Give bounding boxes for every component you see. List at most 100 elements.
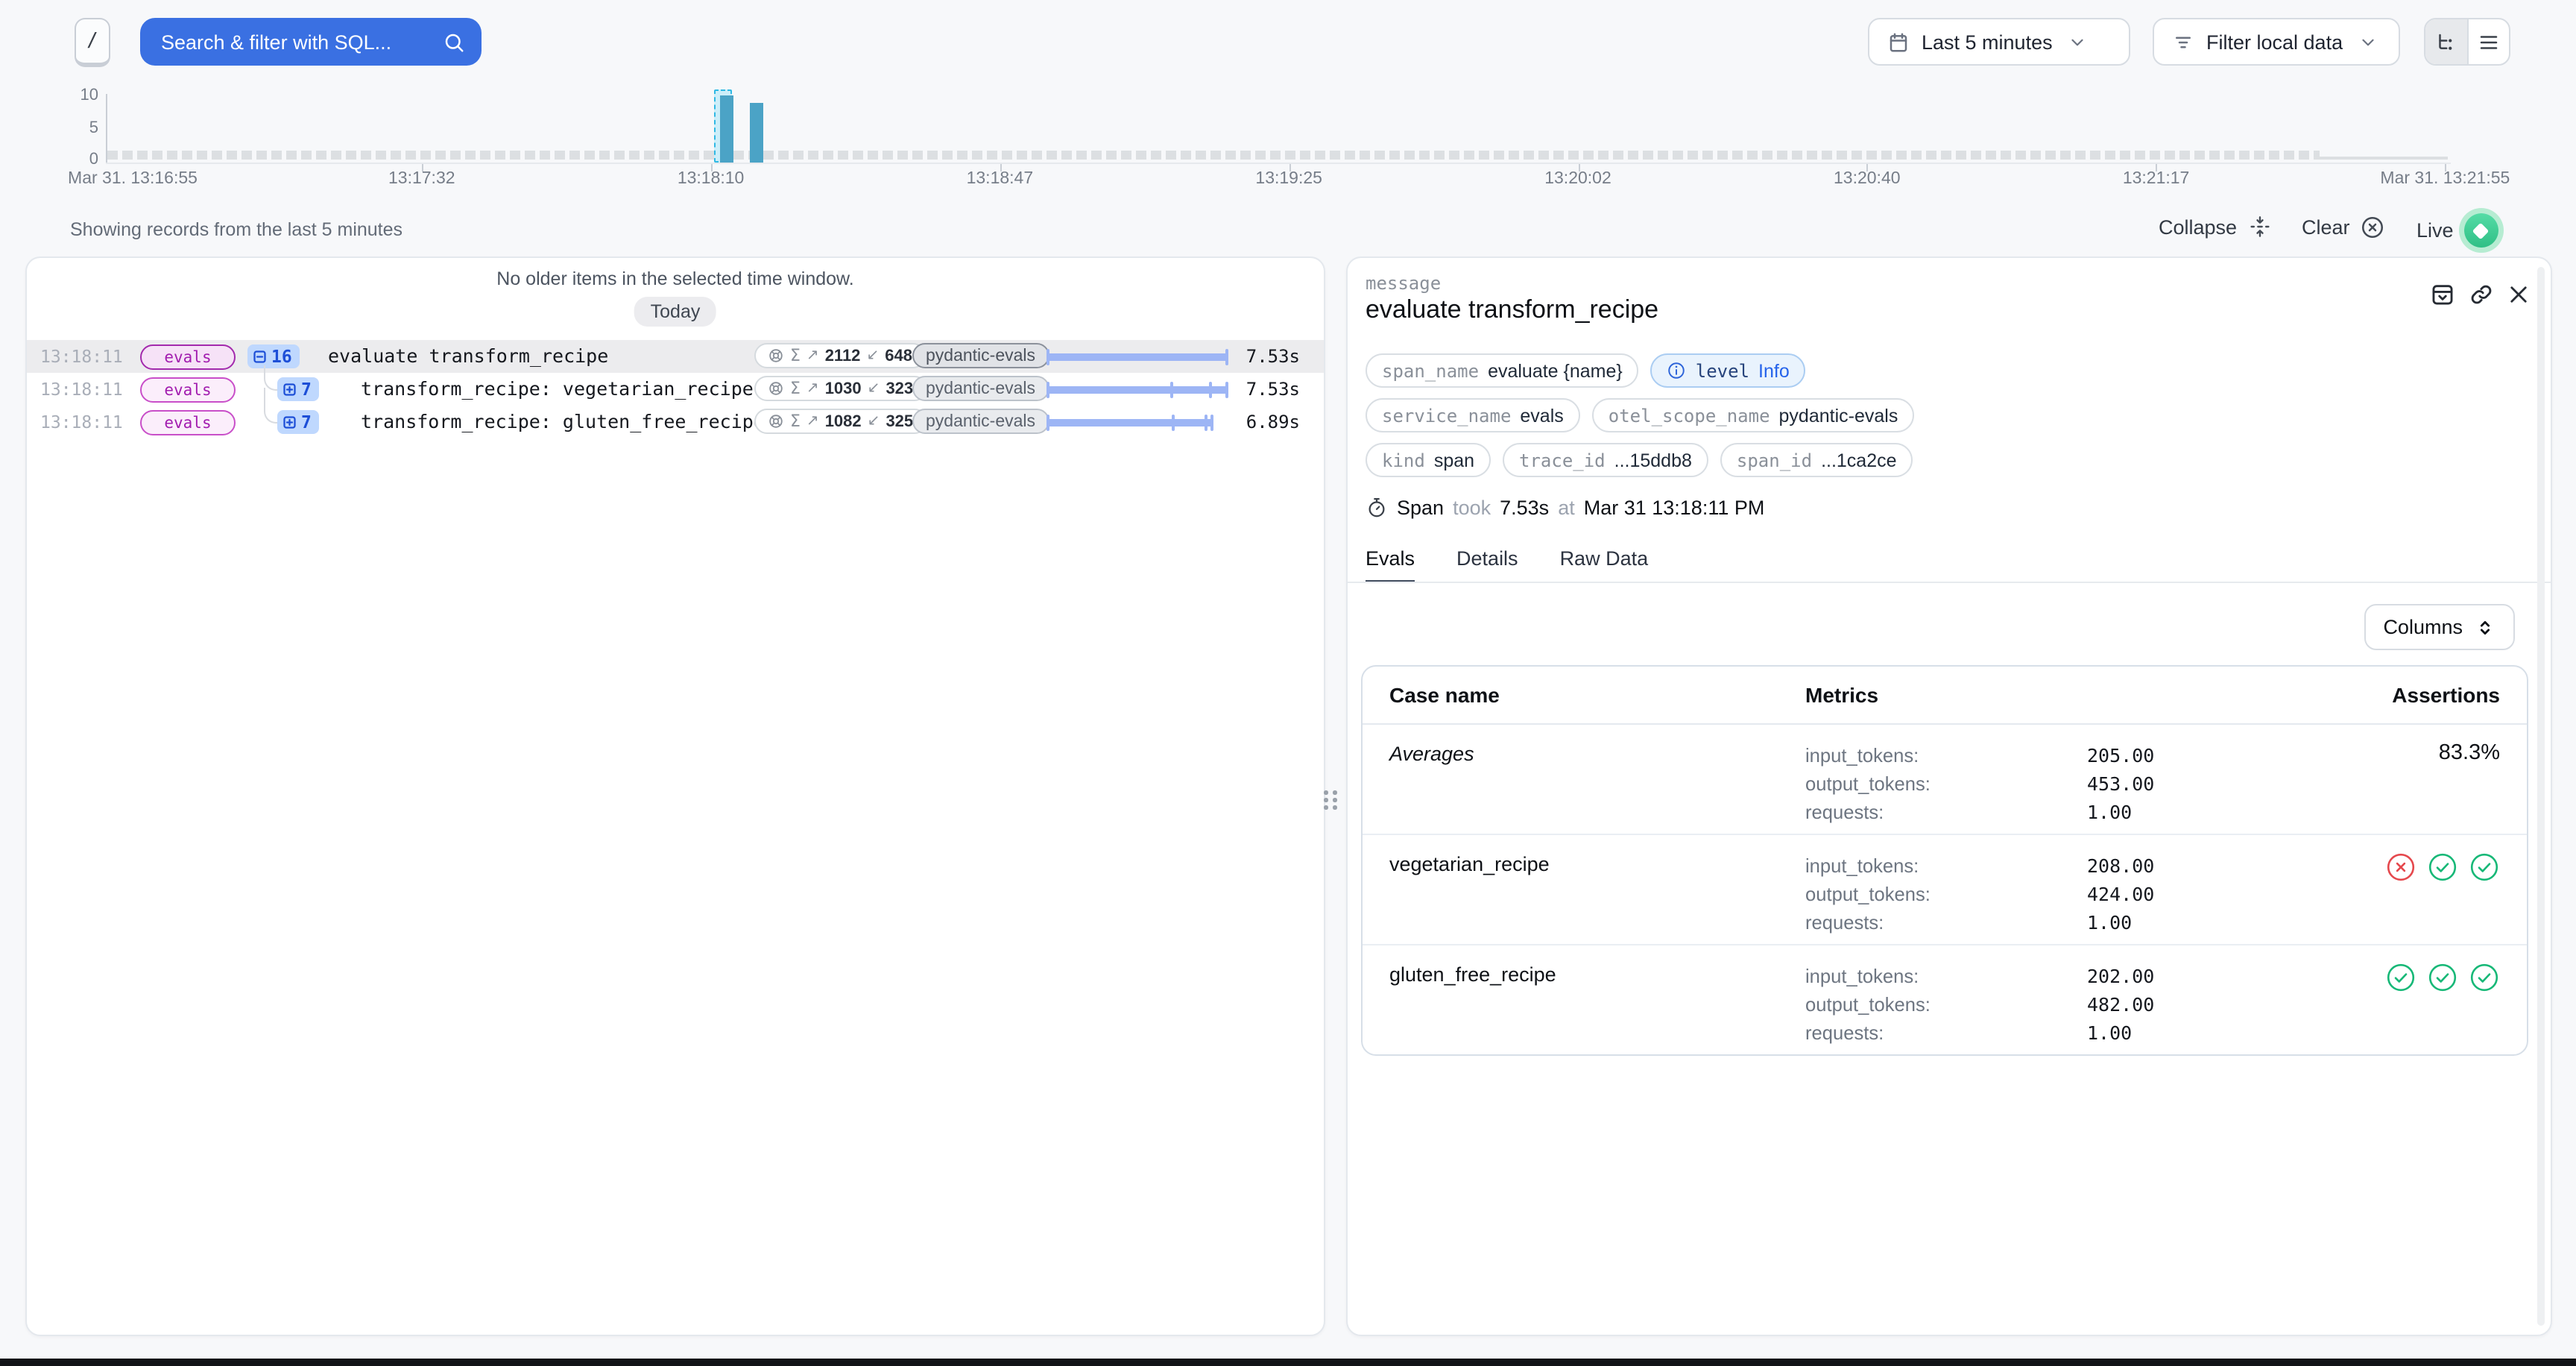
duration-label: 7.53s bbox=[1208, 373, 1300, 406]
timeline-x-axis bbox=[106, 163, 2451, 164]
tree-view-icon bbox=[2435, 31, 2457, 53]
attribute-value: evaluate {name} bbox=[1488, 360, 1623, 381]
duration-bar bbox=[1046, 340, 1228, 373]
eval-case-row: vegetarian_recipeinput_tokens:output_tok… bbox=[1363, 835, 2527, 945]
trace-row[interactable]: 13:18:11evals7transform_recipe: vegetari… bbox=[27, 373, 1324, 406]
span-duration-summary: Span took 7.53s at Mar 31 13:18:11 PM bbox=[1366, 497, 1764, 519]
columns-label: Columns bbox=[2383, 616, 2463, 638]
close-icon[interactable] bbox=[2506, 282, 2531, 307]
sigma-icon: Σ bbox=[790, 379, 801, 398]
duration-bar-tick bbox=[1204, 414, 1207, 430]
timeline-baseline-tail bbox=[2320, 157, 2448, 160]
output-tokens-count: 325 bbox=[886, 412, 913, 430]
x-axis-tick bbox=[1578, 164, 1579, 171]
metric-label: requests: bbox=[1805, 1019, 2087, 1047]
env-badge[interactable]: evals bbox=[140, 410, 236, 435]
env-badge[interactable]: evals bbox=[140, 344, 236, 370]
expand-panel-icon[interactable] bbox=[2430, 282, 2455, 307]
assertions-cell bbox=[2385, 852, 2500, 883]
x-axis-tick bbox=[422, 164, 423, 171]
time-range-button[interactable]: Last 5 minutes bbox=[1868, 18, 2130, 66]
case-name: Averages bbox=[1389, 741, 1805, 826]
attribute-pill-service_name[interactable]: service_nameevals bbox=[1366, 398, 1580, 432]
collapse-button[interactable]: Collapse bbox=[2159, 215, 2271, 239]
filter-local-data-button[interactable]: Filter local data bbox=[2153, 18, 2400, 66]
y-axis-label: 10 bbox=[54, 86, 98, 104]
attribute-pill-otel_scope_name[interactable]: otel_scope_namepydantic-evals bbox=[1592, 398, 1915, 432]
case-name: gluten_free_recipe bbox=[1389, 962, 1805, 1047]
x-axis-label: 13:18:10 bbox=[599, 170, 823, 188]
arrow-down-left-icon: ↙ bbox=[868, 413, 880, 429]
trace-list-panel: No older items in the selected time wind… bbox=[25, 256, 1325, 1336]
metric-value: 1.00 bbox=[2087, 798, 2311, 826]
attribute-pill-level[interactable]: levelInfo bbox=[1651, 353, 1806, 388]
x-axis-label: Mar 31. 13:16:55 bbox=[21, 170, 244, 188]
attribute-pill-trace_id[interactable]: trace_id...15ddb8 bbox=[1503, 443, 1708, 477]
attribute-tags: span_nameevaluate {name} levelInfo service… bbox=[1366, 353, 1914, 477]
list-view-toggle[interactable] bbox=[2466, 19, 2509, 64]
tab-details[interactable]: Details bbox=[1456, 547, 1518, 583]
panel-resize-handle[interactable] bbox=[1324, 790, 1340, 816]
search-icon bbox=[443, 31, 465, 53]
eval-case-row: gluten_free_recipeinput_tokens:output_to… bbox=[1363, 945, 2527, 1054]
metric-values: 202.00482.001.00 bbox=[2087, 962, 2311, 1047]
metric-label: requests: bbox=[1805, 798, 2087, 826]
env-badge[interactable]: evals bbox=[140, 377, 236, 403]
stopwatch-icon bbox=[1366, 497, 1388, 519]
summary-at-word: at bbox=[1558, 497, 1575, 519]
sigma-icon: Σ bbox=[790, 412, 801, 431]
assertion-pass-icon bbox=[2469, 962, 2500, 993]
span-count-badge[interactable]: 7 bbox=[277, 410, 319, 434]
metric-values: 208.00424.001.00 bbox=[2087, 852, 2311, 937]
assertion-percent: 83.3% bbox=[2439, 741, 2500, 765]
arrow-up-right-icon: ↗ bbox=[806, 413, 819, 429]
duration-bar-tick bbox=[1172, 414, 1175, 430]
x-axis-label: 13:19:25 bbox=[1177, 170, 1401, 188]
metric-value: 453.00 bbox=[2087, 769, 2311, 798]
x-axis-label: 13:20:40 bbox=[1755, 170, 1979, 188]
tab-evals[interactable]: Evals bbox=[1366, 547, 1415, 583]
copy-link-icon[interactable] bbox=[2469, 282, 2494, 307]
x-axis-tick bbox=[1867, 164, 1869, 171]
attribute-pill-span_name[interactable]: span_nameevaluate {name} bbox=[1366, 353, 1639, 388]
token-usage-pill: Σ↗2112↙648 bbox=[754, 343, 926, 368]
clear-button[interactable]: Clear bbox=[2302, 215, 2386, 240]
arrow-up-right-icon: ↗ bbox=[806, 347, 819, 364]
slash-shortcut-key: / bbox=[75, 18, 110, 67]
up-down-chevrons-icon bbox=[2475, 617, 2496, 638]
tree-view-toggle[interactable] bbox=[2425, 19, 2466, 64]
panel-scrollbar[interactable] bbox=[2537, 267, 2545, 1326]
attribute-pill-span_id[interactable]: span_id ...1ca2ce bbox=[1720, 443, 1913, 477]
arrow-down-left-icon: ↙ bbox=[868, 380, 880, 397]
live-indicator-icon bbox=[2464, 213, 2498, 248]
metric-value: 202.00 bbox=[2087, 962, 2311, 990]
screen-bottom-edge bbox=[0, 1359, 2576, 1366]
evals-table-header: Case nameMetricsAssertions bbox=[1363, 667, 2527, 725]
search-input[interactable]: Search & filter with SQL... bbox=[140, 18, 482, 66]
attribute-key: span_id bbox=[1737, 450, 1812, 470]
attribute-key: level bbox=[1696, 360, 1749, 381]
timeline-baseline-dashes bbox=[107, 151, 2320, 160]
timeline-bar[interactable] bbox=[749, 102, 763, 163]
metric-value: 482.00 bbox=[2087, 990, 2311, 1019]
app-root: / Search & filter with SQL... Last 5 min… bbox=[0, 0, 2576, 1366]
child-span-count: 7 bbox=[301, 379, 312, 400]
timeline-bar[interactable] bbox=[720, 95, 733, 163]
trace-row[interactable]: 13:18:11evals7transform_recipe: gluten_f… bbox=[27, 406, 1324, 438]
metric-label: input_tokens: bbox=[1805, 852, 2087, 880]
attribute-value: ...1ca2ce bbox=[1821, 450, 1896, 470]
header-metrics: Metrics bbox=[1805, 683, 2087, 707]
columns-button[interactable]: Columns bbox=[2364, 604, 2515, 650]
metric-label: input_tokens: bbox=[1805, 741, 2087, 769]
token-usage-pill: Σ↗1030↙323 bbox=[754, 376, 926, 401]
list-view-icon bbox=[2478, 31, 2500, 53]
trace-row[interactable]: 13:18:11evals16evaluate transform_recipe… bbox=[27, 340, 1324, 373]
input-tokens-count: 2112 bbox=[825, 347, 861, 365]
output-tokens-count: 648 bbox=[885, 347, 912, 365]
attribute-pill-kind[interactable]: kindspan bbox=[1366, 443, 1491, 477]
live-toggle[interactable]: Live bbox=[2416, 213, 2498, 248]
header-case-name: Case name bbox=[1389, 683, 1805, 707]
tab-raw-data[interactable]: Raw Data bbox=[1560, 547, 1649, 583]
token-usage-pill: Σ↗1082↙325 bbox=[754, 409, 926, 434]
arrow-down-left-icon: ↙ bbox=[866, 347, 879, 364]
